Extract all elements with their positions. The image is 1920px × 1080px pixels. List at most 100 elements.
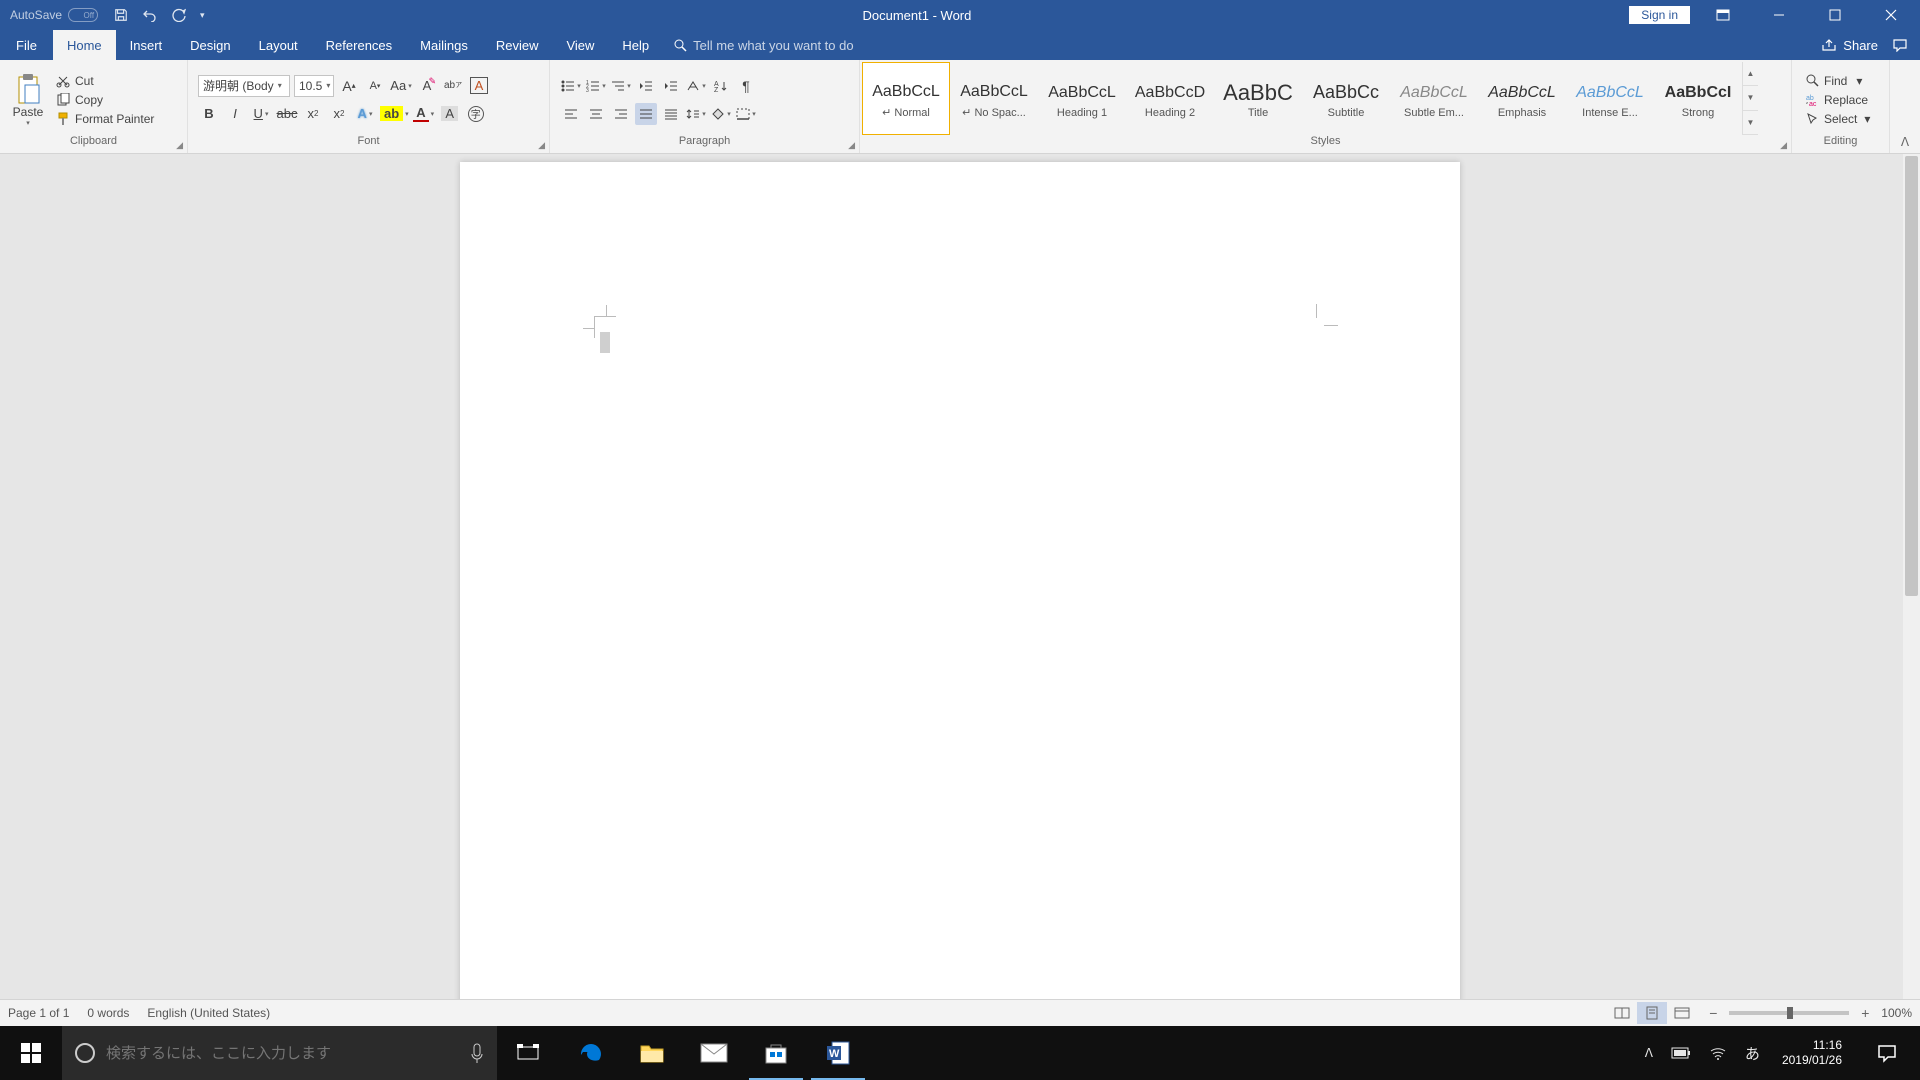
- page[interactable]: [460, 162, 1460, 1053]
- increase-indent-icon[interactable]: [660, 75, 682, 97]
- file-explorer-icon[interactable]: [621, 1026, 683, 1080]
- print-layout-icon[interactable]: [1637, 1002, 1667, 1024]
- align-center-icon[interactable]: [585, 103, 607, 125]
- bullets-icon[interactable]: ▾: [560, 75, 582, 97]
- font-launcher-icon[interactable]: ◢: [538, 140, 545, 151]
- underline-icon[interactable]: U▾: [250, 103, 272, 125]
- style-heading-1[interactable]: AaBbCcLHeading 1: [1038, 62, 1126, 135]
- font-color-icon[interactable]: A▾: [413, 103, 435, 125]
- format-painter-button[interactable]: Format Painter: [54, 111, 156, 127]
- character-shading-icon[interactable]: A: [439, 103, 461, 125]
- tell-me-search[interactable]: [673, 30, 913, 60]
- tray-overflow-icon[interactable]: ᐱ: [1641, 1046, 1657, 1060]
- read-mode-icon[interactable]: [1607, 1002, 1637, 1024]
- style-subtitle[interactable]: AaBbCcSubtitle: [1302, 62, 1390, 135]
- zoom-slider-thumb[interactable]: [1787, 1007, 1793, 1019]
- text-effects-icon[interactable]: A▾: [354, 103, 376, 125]
- font-name-combo[interactable]: 游明朝 (Body▾: [198, 75, 290, 97]
- wifi-icon[interactable]: [1705, 1046, 1731, 1060]
- minimize-icon[interactable]: [1756, 0, 1802, 30]
- zoom-out-icon[interactable]: −: [1705, 1005, 1721, 1021]
- phonetic-guide-icon[interactable]: abア: [442, 75, 464, 97]
- page-number-status[interactable]: Page 1 of 1: [8, 1006, 69, 1020]
- store-icon[interactable]: [745, 1026, 807, 1080]
- align-left-icon[interactable]: [560, 103, 582, 125]
- subscript-icon[interactable]: x2: [302, 103, 324, 125]
- collapse-ribbon-icon[interactable]: ᐱ: [1890, 60, 1920, 153]
- taskbar-search[interactable]: [62, 1026, 497, 1080]
- tab-mailings[interactable]: Mailings: [406, 30, 482, 60]
- enclose-characters-icon[interactable]: 字: [465, 103, 487, 125]
- copy-button[interactable]: Copy: [54, 92, 156, 108]
- mail-icon[interactable]: [683, 1026, 745, 1080]
- battery-icon[interactable]: [1667, 1047, 1695, 1059]
- asian-layout-icon[interactable]: ▾: [685, 75, 707, 97]
- save-icon[interactable]: [114, 8, 128, 22]
- select-button[interactable]: Select▾: [1804, 111, 1872, 127]
- action-center-icon[interactable]: [1860, 1026, 1914, 1080]
- superscript-icon[interactable]: x2: [328, 103, 350, 125]
- style-heading-2[interactable]: AaBbCcDHeading 2: [1126, 62, 1214, 135]
- line-spacing-icon[interactable]: ▾: [685, 103, 707, 125]
- tab-insert[interactable]: Insert: [116, 30, 177, 60]
- tab-layout[interactable]: Layout: [245, 30, 312, 60]
- change-case-icon[interactable]: Aa▾: [390, 75, 412, 97]
- shrink-font-icon[interactable]: A▾: [364, 75, 386, 97]
- bold-icon[interactable]: B: [198, 103, 220, 125]
- clipboard-launcher-icon[interactable]: ◢: [176, 140, 183, 151]
- sign-in-button[interactable]: Sign in: [1629, 6, 1690, 24]
- align-right-icon[interactable]: [610, 103, 632, 125]
- decrease-indent-icon[interactable]: [635, 75, 657, 97]
- taskbar-search-input[interactable]: [106, 1045, 459, 1062]
- highlight-icon[interactable]: ab▾: [380, 103, 409, 125]
- shading-icon[interactable]: ▾: [710, 103, 732, 125]
- maximize-icon[interactable]: [1812, 0, 1858, 30]
- zoom-slider[interactable]: [1729, 1011, 1849, 1015]
- style-strong[interactable]: AaBbCcIStrong: [1654, 62, 1742, 135]
- ribbon-display-options-icon[interactable]: [1700, 0, 1746, 30]
- show-hide-icon[interactable]: ¶: [735, 75, 757, 97]
- borders-icon[interactable]: ▾: [735, 103, 757, 125]
- tab-references[interactable]: References: [312, 30, 406, 60]
- find-button[interactable]: Find▾: [1804, 73, 1872, 89]
- scrollbar-thumb[interactable]: [1905, 156, 1918, 596]
- replace-button[interactable]: abacReplace: [1804, 92, 1872, 108]
- edge-icon[interactable]: [559, 1026, 621, 1080]
- styles-scroll-down-icon[interactable]: ▼: [1743, 86, 1758, 110]
- style-no-spac-[interactable]: AaBbCcL↵ No Spac...: [950, 62, 1038, 135]
- sort-icon[interactable]: AZ: [710, 75, 732, 97]
- tell-me-input[interactable]: [693, 38, 913, 53]
- qat-customize-icon[interactable]: ▾: [200, 10, 205, 21]
- clear-formatting-icon[interactable]: A✎: [416, 75, 438, 97]
- grow-font-icon[interactable]: A▴: [338, 75, 360, 97]
- ime-indicator[interactable]: あ: [1741, 1043, 1764, 1064]
- style-emphasis[interactable]: AaBbCcLEmphasis: [1478, 62, 1566, 135]
- numbering-icon[interactable]: 123▾: [585, 75, 607, 97]
- language-status[interactable]: English (United States): [147, 1006, 270, 1020]
- autosave-switch[interactable]: Off: [68, 8, 98, 22]
- tab-file[interactable]: File: [0, 30, 53, 60]
- italic-icon[interactable]: I: [224, 103, 246, 125]
- word-count-status[interactable]: 0 words: [87, 1006, 129, 1020]
- character-border-icon[interactable]: A: [468, 75, 490, 97]
- comments-icon[interactable]: [1892, 38, 1908, 52]
- tab-review[interactable]: Review: [482, 30, 553, 60]
- font-size-combo[interactable]: 10.5▾: [294, 75, 334, 97]
- close-icon[interactable]: [1868, 0, 1914, 30]
- paste-button[interactable]: Paste ▾: [6, 65, 50, 135]
- styles-more-icon[interactable]: ▼: [1743, 111, 1758, 135]
- autosave-toggle[interactable]: AutoSave Off: [10, 8, 98, 22]
- cut-button[interactable]: Cut: [54, 73, 156, 89]
- web-layout-icon[interactable]: [1667, 1002, 1697, 1024]
- clock[interactable]: 11:16 2019/01/26: [1774, 1038, 1850, 1068]
- zoom-level[interactable]: 100%: [1881, 1006, 1912, 1020]
- styles-launcher-icon[interactable]: ◢: [1780, 140, 1787, 151]
- style-title[interactable]: AaBbCTitle: [1214, 62, 1302, 135]
- style-intense-e-[interactable]: AaBbCcLIntense E...: [1566, 62, 1654, 135]
- style-subtle-em-[interactable]: AaBbCcLSubtle Em...: [1390, 62, 1478, 135]
- start-button[interactable]: [0, 1026, 62, 1080]
- vertical-scrollbar[interactable]: [1903, 154, 1920, 1053]
- zoom-in-icon[interactable]: +: [1857, 1005, 1873, 1021]
- styles-scroll-up-icon[interactable]: ▲: [1743, 62, 1758, 86]
- word-icon[interactable]: W: [807, 1026, 869, 1080]
